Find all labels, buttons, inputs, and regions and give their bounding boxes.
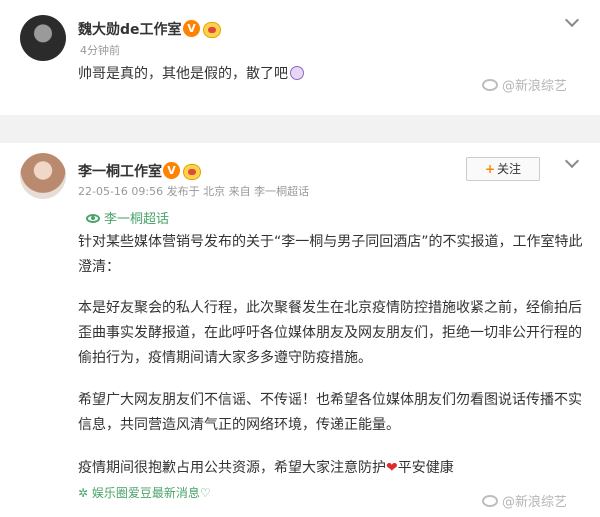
closing-text: 疫情期间很抱歉占用公共资源，希望大家注意防护 bbox=[78, 460, 386, 476]
verified-v-icon: V bbox=[183, 20, 200, 37]
avatar[interactable] bbox=[20, 153, 66, 199]
verified-v-icon: V bbox=[163, 162, 180, 179]
weibo-logo-icon bbox=[482, 495, 498, 507]
follow-button[interactable]: + 关注 bbox=[466, 157, 540, 181]
follow-label: 关注 bbox=[497, 162, 522, 176]
watermark: @新浪综艺 bbox=[482, 75, 567, 94]
author-name[interactable]: 李一桐工作室 bbox=[78, 161, 162, 181]
eye-icon bbox=[86, 214, 100, 223]
post-paragraph: 本是好友聚会的私人行程，此次聚餐发生在北京疫情防控措施收紧之前，经偷拍后歪曲事实… bbox=[78, 300, 582, 366]
post-content: 帅哥是真的，其他是假的，散了吧 bbox=[78, 62, 304, 87]
source-link[interactable]: ✲ 娱乐圈爱豆最新消息♡ bbox=[78, 484, 211, 501]
author-name[interactable]: 魏大勋de工作室 bbox=[78, 19, 182, 39]
medal-icon bbox=[203, 22, 221, 38]
post-closing: 疫情期间很抱歉占用公共资源，希望大家注意防护❤平安健康 bbox=[78, 456, 588, 481]
face-emoji-icon bbox=[290, 66, 304, 80]
medal-icon bbox=[183, 164, 201, 180]
chevron-down-icon[interactable] bbox=[566, 15, 578, 27]
feed-divider bbox=[0, 115, 600, 143]
heart-icon: ❤ bbox=[386, 460, 398, 476]
watermark: @新浪综艺 bbox=[482, 491, 567, 510]
post-meta: 22-05-16 09:56 发布于 北京 来自 李一桐超话 bbox=[78, 185, 310, 198]
follow-plus-icon: + bbox=[484, 162, 496, 176]
post-time[interactable]: 4分钟前 bbox=[80, 42, 120, 58]
post-paragraph: 希望广大网友朋友们不信谣、不传谣！也希望各位媒体朋友们勿看图说话传播不实信息，共… bbox=[78, 392, 582, 433]
watermark-text: @新浪综艺 bbox=[502, 495, 568, 510]
weibo-logo-icon bbox=[482, 79, 498, 91]
weibo-post-2: 李一桐工作室 V 22-05-16 09:56 发布于 北京 来自 李一桐超话 … bbox=[0, 143, 600, 517]
weibo-post-1: 魏大勋de工作室 V 4分钟前 帅哥是真的，其他是假的，散了吧 @新浪综艺 bbox=[0, 0, 600, 115]
avatar[interactable] bbox=[20, 15, 66, 61]
post-paragraph: 针对某些媒体营销号发布的关于“李一桐与男子同回酒店”的不实报道，工作室特此澄清： bbox=[78, 234, 583, 275]
chevron-down-icon[interactable] bbox=[566, 156, 578, 168]
watermark-text: @新浪综艺 bbox=[502, 79, 568, 94]
super-topic-label: 李一桐超话 bbox=[104, 212, 170, 227]
post-content-text: 帅哥是真的，其他是假的，散了吧 bbox=[78, 66, 288, 82]
super-topic-link[interactable]: 李一桐超话 bbox=[86, 208, 169, 227]
closing-text-end: 平安健康 bbox=[397, 460, 454, 476]
